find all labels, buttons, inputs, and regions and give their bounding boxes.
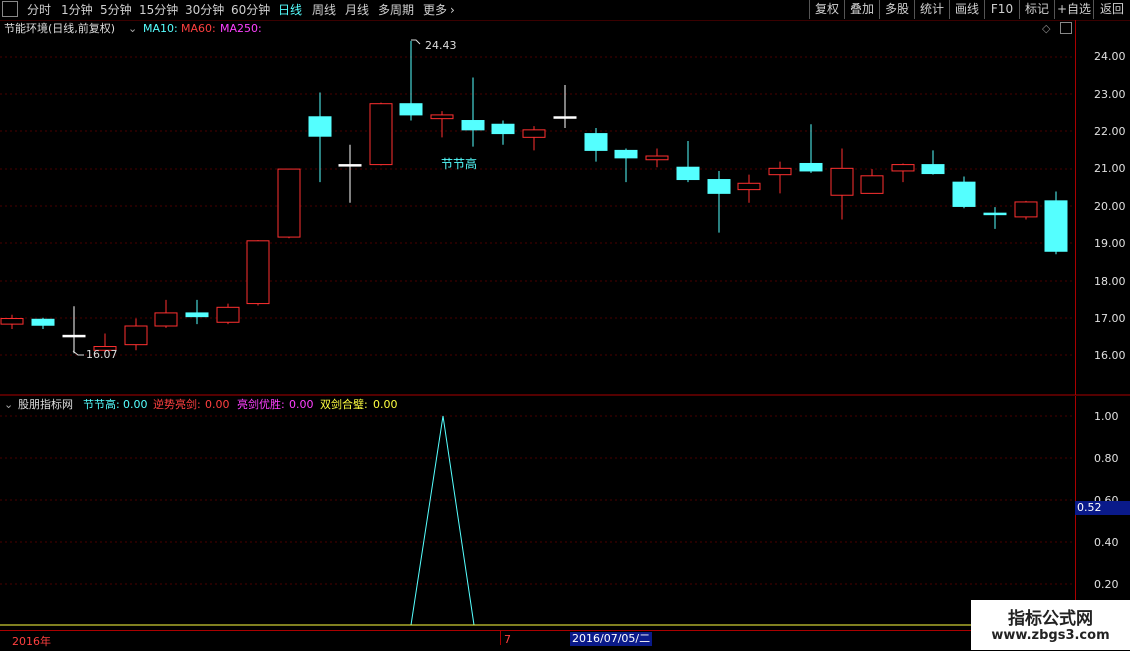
candle-body (491, 123, 515, 135)
candle (124, 318, 148, 351)
watermark-title: 指标公式网 (1008, 609, 1093, 629)
candlesticks (0, 40, 1068, 354)
candle (216, 303, 240, 325)
candle-body (676, 166, 700, 181)
candle-body (185, 312, 209, 318)
candle-body (645, 155, 669, 161)
candle-body (1014, 201, 1038, 218)
candle (737, 174, 761, 203)
candle-body (0, 318, 24, 325)
candle-body (983, 212, 1007, 216)
candle-body (62, 334, 86, 338)
candle (277, 168, 301, 239)
candle-body (31, 318, 55, 326)
candle (860, 169, 884, 194)
candle (185, 299, 209, 325)
watermark-url: www.zbgs3.com (991, 628, 1110, 643)
candle (522, 126, 546, 151)
candle-body (921, 164, 945, 175)
candle (369, 102, 393, 166)
kline-chart[interactable]: 24.43 16.07 节节高 (0, 0, 1130, 650)
low-price-label: 16.07 (86, 348, 118, 361)
candle-body (891, 164, 915, 172)
candle-body (737, 182, 761, 191)
year-label: 2016年 (12, 635, 51, 648)
candle-body (124, 325, 148, 346)
candle-body (768, 167, 792, 176)
candle (461, 77, 485, 147)
candle (246, 240, 270, 306)
candle (308, 92, 332, 183)
candle-body (216, 306, 240, 323)
candle (983, 207, 1007, 229)
candle (676, 141, 700, 183)
high-pointer (411, 39, 421, 45)
candle (584, 127, 608, 162)
month-label: 7 (504, 633, 511, 646)
candle (645, 148, 669, 168)
candle-body (399, 103, 423, 116)
candle (952, 176, 976, 209)
candle-body (584, 133, 608, 151)
date-axis: 2016年 7 2016/07/05/二 (0, 630, 1130, 651)
candle (491, 120, 515, 145)
jiejiegao-annotation: 节节高 (441, 156, 477, 171)
candle-body (799, 162, 823, 172)
candle-body (338, 164, 362, 167)
candle-body (830, 167, 854, 196)
candle-body (430, 114, 454, 120)
candle (0, 314, 24, 329)
candle-body (154, 312, 178, 327)
candle-body (277, 168, 301, 238)
jiejiegao-indicator-line (410, 415, 475, 626)
candle (614, 148, 638, 183)
candle (399, 40, 423, 121)
high-price-label: 24.43 (425, 39, 457, 52)
candle-body (308, 116, 332, 137)
candle-body (952, 181, 976, 207)
candle (707, 170, 731, 233)
candle-body (553, 116, 577, 119)
cursor-date-badge: 2016/07/05/二 (570, 632, 653, 646)
candle-body (707, 179, 731, 194)
candle-body (461, 120, 485, 131)
candle (1014, 200, 1038, 220)
candle-body (614, 149, 638, 159)
candle (830, 148, 854, 220)
candle-body (369, 103, 393, 166)
candle (62, 306, 86, 354)
candle (154, 299, 178, 328)
candle (921, 150, 945, 175)
candle-body (522, 129, 546, 138)
candle (891, 163, 915, 183)
candle-body (1044, 200, 1068, 252)
candle-body (860, 175, 884, 194)
candle (553, 85, 577, 128)
low-pointer (72, 350, 84, 356)
month-tick (500, 631, 501, 645)
candle (338, 144, 362, 203)
watermark-logo: 指标公式网 www.zbgs3.com (971, 600, 1130, 650)
candle (430, 111, 454, 138)
candle-body (246, 240, 270, 305)
candle (31, 317, 55, 329)
candle (768, 161, 792, 194)
candle (1044, 191, 1068, 255)
candle (799, 124, 823, 173)
